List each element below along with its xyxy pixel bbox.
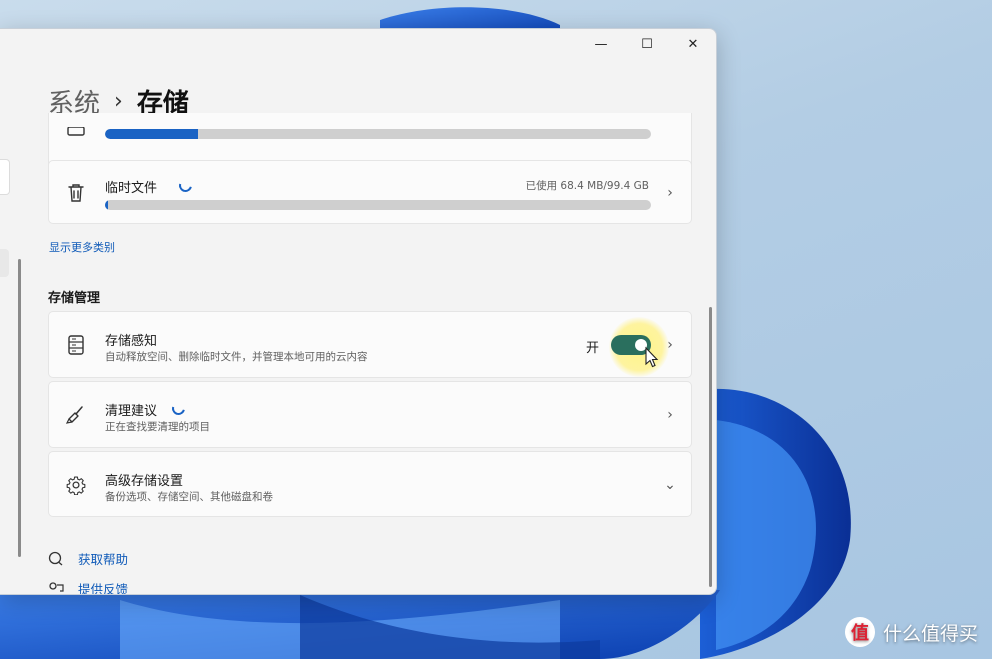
storage-management-heading: 存储管理 [48, 291, 101, 306]
chevron-down-icon: ⌄ [664, 477, 676, 493]
advanced-subtitle: 备份选项、存储空间、其他磁盘和卷 [105, 491, 273, 503]
storage-drive-icon [65, 334, 87, 356]
nav-search-edge[interactable] [0, 159, 10, 195]
nav-scrollbar[interactable] [18, 259, 21, 557]
minimize-button[interactable]: — [578, 29, 624, 59]
feedback-icon [49, 581, 64, 592]
category-usage-fill [105, 129, 198, 139]
content-scrollbar[interactable] [709, 307, 712, 587]
watermark-logo: 值 [844, 617, 875, 647]
chevron-right-icon: › [667, 185, 673, 201]
feedback-row[interactable]: 提供反馈 [48, 579, 128, 594]
nav-selected-edge[interactable] [0, 249, 9, 277]
get-help-link[interactable]: 获取帮助 [78, 549, 128, 568]
loading-spinner-icon [169, 399, 188, 418]
feedback-link[interactable]: 提供反馈 [78, 579, 128, 594]
cleanup-subtitle: 正在查找要清理的项目 [105, 421, 210, 433]
category-usage-bar [105, 129, 651, 139]
cleanup-title: 清理建议 [105, 404, 158, 419]
settings-window: — ☐ ✕ 系统 › 存储 临时文件 已使用 68.4 MB/99.4 GB ›… [0, 28, 717, 595]
storage-sense-card[interactable]: 存储感知 自动释放空间、删除临时文件，并管理本地可用的云内容 开 › [48, 311, 692, 378]
temp-files-usage-bar [105, 200, 651, 210]
storage-sense-toggle-label: 开 [585, 341, 599, 356]
trash-icon [65, 182, 87, 204]
chevron-right-icon: › [667, 337, 673, 353]
show-more-categories-link[interactable]: 显示更多类别 [49, 239, 115, 255]
storage-sense-subtitle: 自动释放空间、删除临时文件，并管理本地可用的云内容 [105, 351, 368, 363]
temp-files-label: 临时文件 [105, 181, 158, 196]
temp-files-usage-fill [105, 200, 108, 210]
close-button[interactable]: ✕ [670, 29, 716, 59]
get-help-row[interactable]: 获取帮助 [48, 549, 128, 568]
watermark-text: 什么值得买 [882, 622, 978, 645]
chevron-right-icon: › [667, 407, 673, 423]
broom-icon [65, 404, 87, 426]
temp-files-usage: 已使用 68.4 MB/99.4 GB [525, 180, 649, 192]
cleanup-recommendations-card[interactable]: 清理建议 正在查找要清理的项目 › [48, 381, 692, 448]
maximize-button[interactable]: ☐ [624, 29, 670, 59]
category-icon [65, 121, 87, 143]
watermark: 值 什么值得买 [844, 617, 978, 647]
desktop-background: — ☐ ✕ 系统 › 存储 临时文件 已使用 68.4 MB/99.4 GB ›… [0, 0, 992, 659]
advanced-title: 高级存储设置 [105, 474, 184, 489]
mouse-cursor-icon [645, 346, 659, 368]
help-chat-icon [48, 551, 63, 565]
breadcrumb-separator: › [114, 89, 123, 114]
loading-spinner-icon [176, 176, 195, 195]
temp-files-card[interactable]: 临时文件 已使用 68.4 MB/99.4 GB › [48, 160, 692, 224]
storage-sense-title: 存储感知 [105, 334, 158, 349]
advanced-storage-settings-card[interactable]: 高级存储设置 备份选项、存储空间、其他磁盘和卷 ⌄ [48, 451, 692, 517]
gear-icon [65, 474, 87, 496]
